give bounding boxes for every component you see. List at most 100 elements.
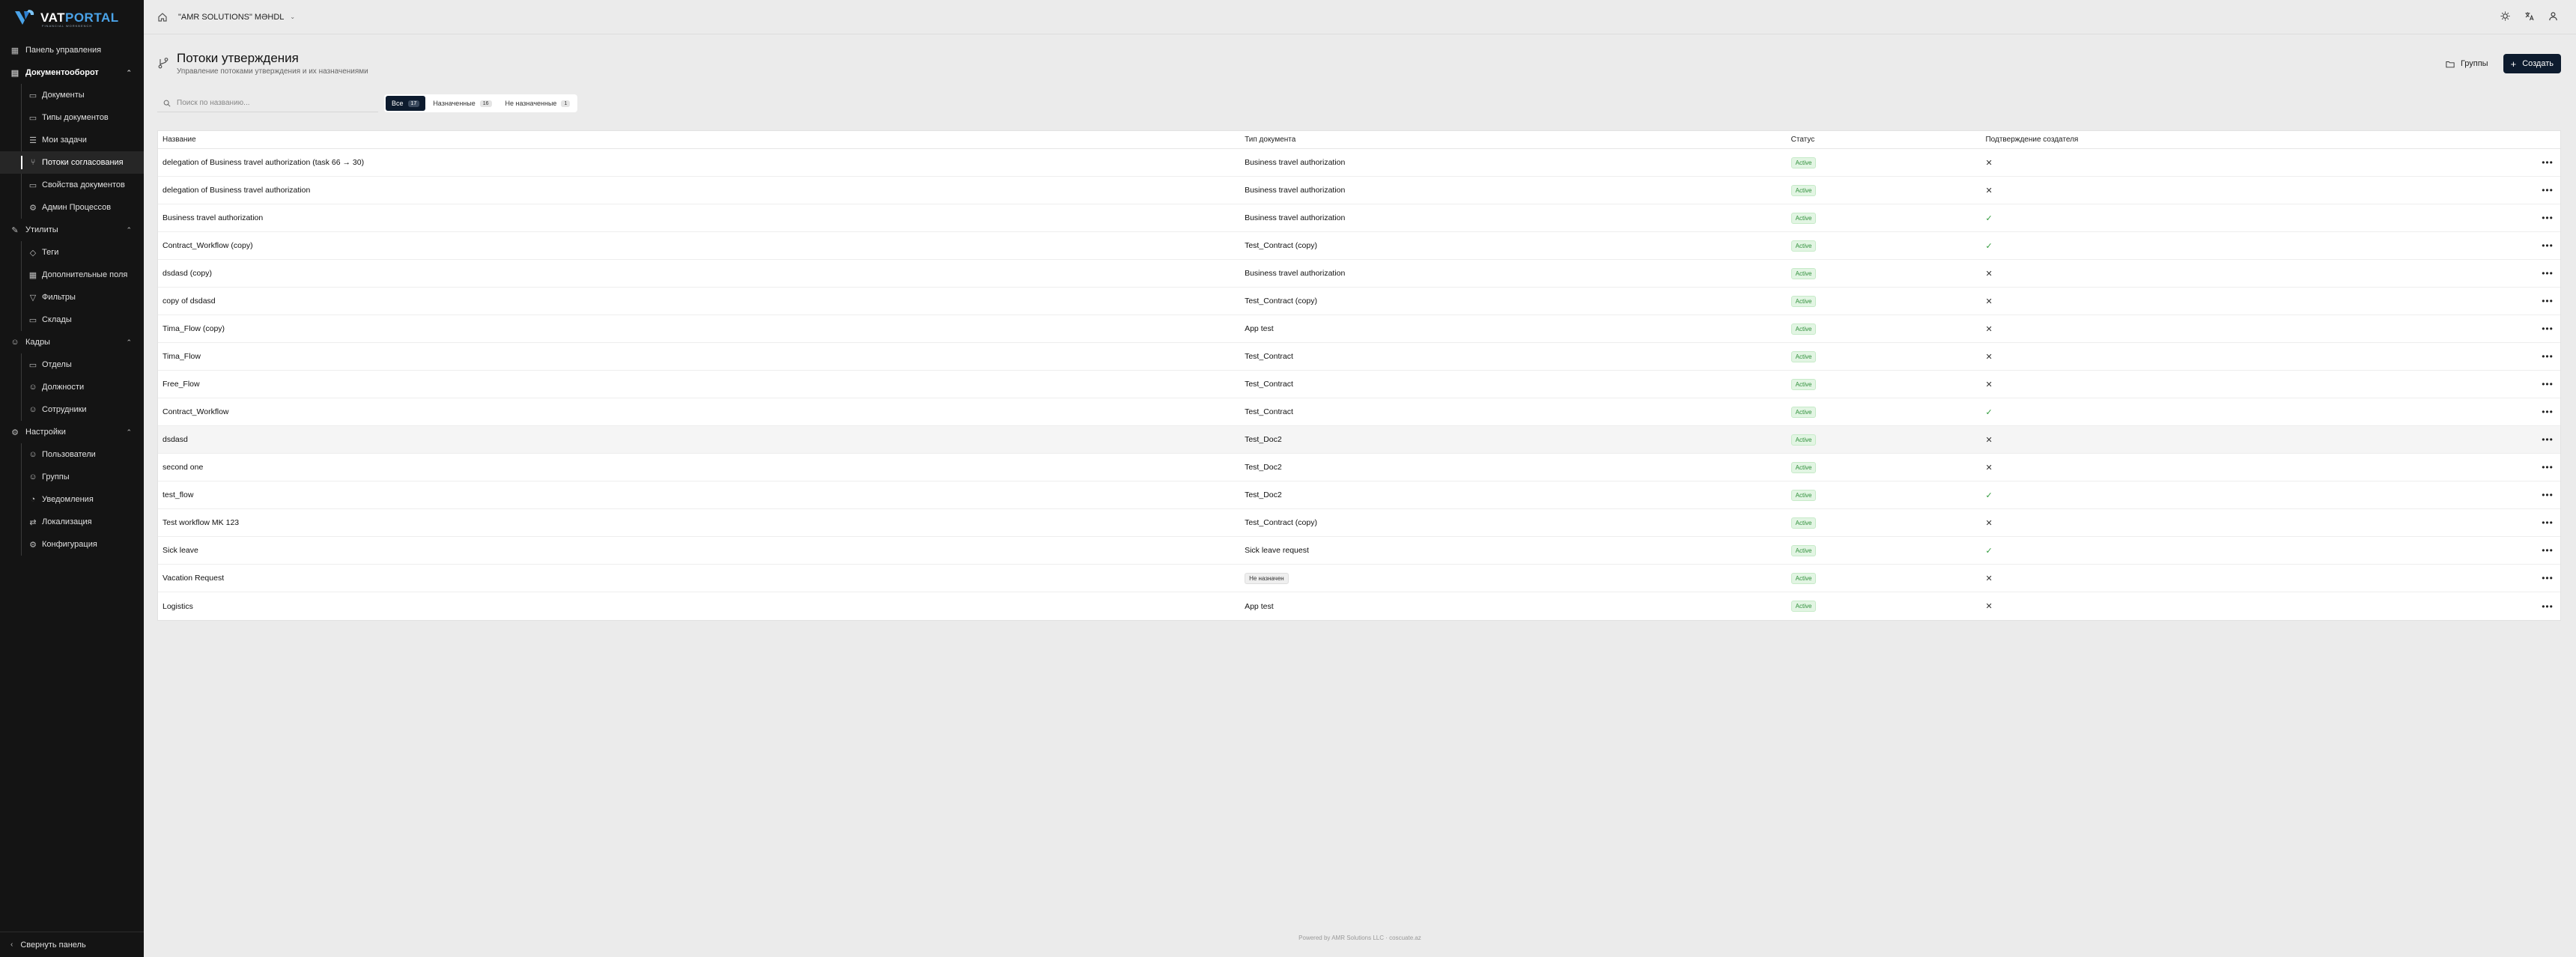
- chevron-up-icon[interactable]: ⌃: [126, 428, 132, 437]
- more-actions-icon[interactable]: •••: [2542, 268, 2554, 279]
- more-actions-icon[interactable]: •••: [2542, 462, 2554, 473]
- chevron-up-icon[interactable]: ⌃: [126, 338, 132, 347]
- collapse-sidebar-button[interactable]: ‹ Свернуть панель: [0, 932, 144, 957]
- sidebar-item-document-flow[interactable]: ▤ Документооборот ⌃: [0, 61, 144, 84]
- table-row[interactable]: Vacation Request Не назначен Active ✕ •••: [158, 565, 2560, 592]
- workflows-table: Название Тип документа Статус Подтвержде…: [157, 130, 2561, 621]
- language-icon[interactable]: [2524, 10, 2534, 21]
- user-profile-icon[interactable]: [2548, 10, 2558, 21]
- cell-status: Active: [1787, 517, 1981, 529]
- filter-tab[interactable]: Назначенные 16: [427, 96, 497, 111]
- theme-toggle-icon[interactable]: [2500, 10, 2510, 21]
- sidebar-item-department[interactable]: ▭ Отделы: [0, 353, 144, 376]
- more-actions-icon[interactable]: •••: [2542, 323, 2554, 334]
- sidebar-item-admin[interactable]: ⚙ Админ Процессов: [0, 196, 144, 219]
- table-row[interactable]: Business travel authorization Business tr…: [158, 204, 2560, 232]
- create-button[interactable]: + Создать: [2503, 54, 2561, 73]
- sidebar-item-fields[interactable]: ▦ Дополнительные поля: [0, 264, 144, 286]
- table-row[interactable]: Tima_Flow Test_Contract Active ✕ •••: [158, 343, 2560, 371]
- sidebar-item-configuration[interactable]: ⚙ Конфигурация: [0, 533, 144, 556]
- more-actions-icon[interactable]: •••: [2542, 407, 2554, 417]
- notifications-icon: ◔: [30, 495, 36, 504]
- brand-logo[interactable]: VATPORTAL: [0, 0, 144, 36]
- page-subtitle: Управление потоками утверждения и их наз…: [177, 67, 368, 76]
- more-actions-icon[interactable]: •••: [2542, 157, 2554, 168]
- sidebar-item-position[interactable]: ☺ Должности: [0, 376, 144, 398]
- sidebar-item-document[interactable]: ▭ Документы: [0, 84, 144, 106]
- filter-tab[interactable]: Все 17: [386, 96, 426, 111]
- sidebar-item-properties[interactable]: ▭ Свойства документов: [0, 174, 144, 196]
- cell-creator-confirmation: ✕: [1981, 186, 2535, 195]
- cell-name: Business travel authorization: [162, 213, 264, 222]
- more-actions-icon[interactable]: •••: [2542, 240, 2554, 251]
- table-row[interactable]: Contract_Workflow (copy) Test_Contract (c…: [158, 232, 2560, 260]
- chevron-up-icon[interactable]: ⌃: [126, 226, 132, 234]
- table-row[interactable]: Logistics App test Active ✕ •••: [158, 592, 2560, 620]
- more-actions-icon[interactable]: •••: [2542, 517, 2554, 528]
- home-icon[interactable]: [157, 12, 168, 22]
- cross-icon: ✕: [1985, 297, 1993, 306]
- filter-icon: ▽: [29, 293, 37, 303]
- more-actions-icon[interactable]: •••: [2542, 490, 2554, 500]
- sidebar-item-tools[interactable]: ✎ Утилиты ⌃: [0, 219, 144, 241]
- sidebar-item-people[interactable]: ☺ Кадры ⌃: [0, 331, 144, 353]
- column-header-creator-confirmation[interactable]: Подтверждение создателя: [1981, 136, 2535, 144]
- filter-tab[interactable]: Не назначенные 1: [499, 96, 577, 111]
- cell-document-type: Test_Doc2: [1245, 490, 1282, 499]
- table-row[interactable]: test_flow Test_Doc2 Active ✓ •••: [158, 481, 2560, 509]
- sidebar-item-label: Отделы: [42, 360, 72, 369]
- cell-name: Free_Flow: [162, 380, 200, 389]
- more-actions-icon[interactable]: •••: [2542, 213, 2554, 223]
- sidebar-item-tag[interactable]: ◇ Теги: [0, 241, 144, 264]
- table-row[interactable]: copy of dsdasd Test_Contract (copy) Active…: [158, 288, 2560, 315]
- chevron-up-icon[interactable]: ⌃: [126, 69, 132, 77]
- more-actions-icon[interactable]: •••: [2542, 434, 2554, 445]
- more-actions-icon[interactable]: •••: [2542, 573, 2554, 583]
- sidebar-item-label: Группы: [42, 473, 70, 481]
- table-row[interactable]: dsdasd (copy) Business travel authorizati…: [158, 260, 2560, 288]
- status-badge: Active: [1790, 544, 1817, 556]
- more-actions-icon[interactable]: •••: [2542, 545, 2554, 556]
- sidebar-item-workflow[interactable]: ⑂ Потоки согласования: [0, 151, 144, 174]
- table-row[interactable]: delegation of Business travel authorizat…: [158, 149, 2560, 177]
- cell-document-type: Не назначен: [1240, 572, 1787, 584]
- groups-icon: ☺: [28, 473, 37, 481]
- more-actions-icon[interactable]: •••: [2542, 296, 2554, 306]
- sidebar-item-dashboard[interactable]: ▦ Панель управления: [0, 39, 144, 61]
- cell-document-type: Test_Contract: [1245, 352, 1293, 361]
- more-actions-icon[interactable]: •••: [2542, 379, 2554, 389]
- sidebar-item-tasks[interactable]: ☰ Мои задачи: [0, 129, 144, 151]
- table-row[interactable]: Contract_Workflow Test_Contract Active ✓ •••: [158, 398, 2560, 426]
- search-input[interactable]: [177, 99, 364, 107]
- more-actions-icon[interactable]: •••: [2542, 351, 2554, 362]
- workflow-branch-icon: [158, 58, 168, 69]
- company-selector[interactable]: "AMR SOLUTIONS" MƏHDL ⌄: [178, 13, 295, 22]
- table-row[interactable]: Sick leave Sick leave request Active ✓ •••: [158, 537, 2560, 565]
- tag-icon: ◇: [29, 248, 37, 258]
- search-icon: [163, 100, 171, 107]
- table-row[interactable]: delegation of Business travel authorizat…: [158, 177, 2560, 204]
- table-row[interactable]: Tima_Flow (copy) App test Active ✕ •••: [158, 315, 2560, 343]
- more-actions-icon[interactable]: •••: [2542, 185, 2554, 195]
- sidebar-item-warehouse[interactable]: ▭ Склады: [0, 309, 144, 331]
- sidebar-item-document-types[interactable]: ▭ Типы документов: [0, 106, 144, 129]
- table-row[interactable]: second one Test_Doc2 Active ✕ •••: [158, 454, 2560, 481]
- sidebar-item-users[interactable]: ☺ Пользователи: [0, 443, 144, 466]
- column-header-name[interactable]: Название: [158, 136, 1240, 144]
- sidebar-item-filter[interactable]: ▽ Фильтры: [0, 286, 144, 309]
- sidebar-item-employees[interactable]: ☺ Сотрудники: [0, 398, 144, 421]
- sidebar-item-settings[interactable]: ⚙ Настройки ⌃: [0, 421, 144, 443]
- column-header-document-type[interactable]: Тип документа: [1240, 136, 1787, 144]
- cell-status: Active: [1787, 406, 1981, 418]
- sidebar-item-localization[interactable]: ⇄ Локализация: [0, 511, 144, 533]
- sidebar-item-groups[interactable]: ☺ Группы: [0, 466, 144, 488]
- table-row[interactable]: Free_Flow Test_Contract Active ✕ •••: [158, 371, 2560, 398]
- table-row[interactable]: Test workflow MK 123 Test_Contract (copy)…: [158, 509, 2560, 537]
- cell-document-type: Test_Contract (copy): [1245, 297, 1317, 306]
- cell-name: Contract_Workflow: [162, 407, 229, 416]
- sidebar-item-notifications[interactable]: ◔ Уведомления: [0, 488, 144, 511]
- more-actions-icon[interactable]: •••: [2542, 601, 2554, 612]
- groups-button[interactable]: Группы: [2438, 54, 2496, 73]
- table-row[interactable]: dsdasd Test_Doc2 Active ✕ •••: [158, 426, 2560, 454]
- column-header-status[interactable]: Статус: [1787, 136, 1981, 144]
